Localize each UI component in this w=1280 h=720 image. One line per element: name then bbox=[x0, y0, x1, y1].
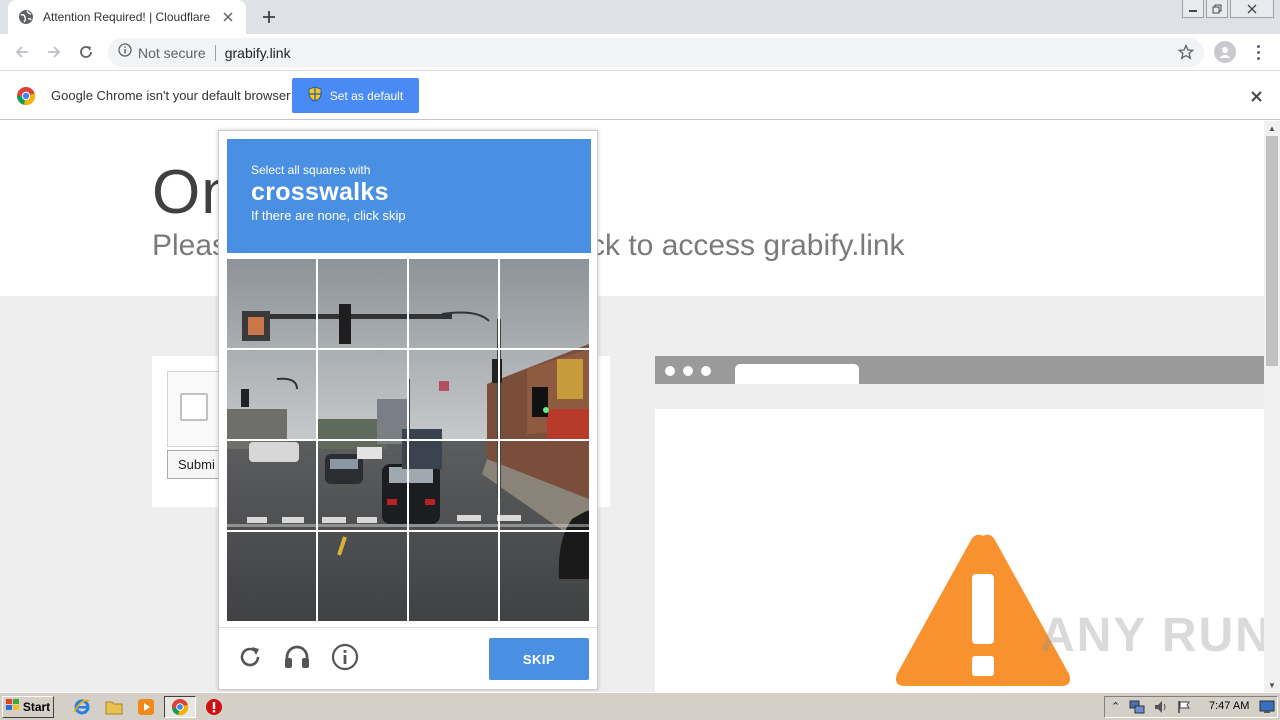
captcha-tile-0-3[interactable] bbox=[500, 259, 589, 348]
tab-close-icon[interactable] bbox=[220, 9, 236, 25]
scrollbar-thumb[interactable] bbox=[1266, 136, 1278, 366]
file-explorer-icon[interactable] bbox=[104, 697, 124, 717]
browser-tab[interactable]: Attention Required! | Cloudflare bbox=[8, 0, 246, 34]
new-tab-plus-icon[interactable] bbox=[258, 6, 280, 28]
minimize-icon[interactable] bbox=[1182, 0, 1204, 18]
captcha-tile-1-2[interactable] bbox=[409, 350, 498, 439]
illustration-dot bbox=[701, 366, 711, 376]
forward-arrow-icon[interactable] bbox=[38, 36, 70, 68]
start-button[interactable]: Start bbox=[2, 695, 54, 718]
captcha-tile-2-0[interactable] bbox=[227, 441, 316, 530]
captcha-tile-0-0[interactable] bbox=[227, 259, 316, 348]
scroll-up-arrow-icon[interactable]: ▲ bbox=[1264, 121, 1280, 135]
tile-separator bbox=[227, 348, 589, 350]
page-subheading-left: Pleas bbox=[152, 229, 228, 262]
set-as-default-button[interactable]: Set as default bbox=[292, 78, 419, 113]
browser-toolbar: Not secure grabify.link bbox=[0, 34, 1280, 71]
recaptcha-checkbox[interactable] bbox=[180, 393, 208, 421]
network-icon[interactable] bbox=[1129, 700, 1145, 719]
media-player-icon[interactable] bbox=[136, 697, 156, 717]
captcha-tile-2-3[interactable] bbox=[500, 441, 589, 530]
window-controls bbox=[1182, 0, 1274, 18]
scroll-down-arrow-icon[interactable]: ▼ bbox=[1264, 678, 1280, 692]
captcha-tile-3-0[interactable] bbox=[227, 532, 316, 621]
tile-separator bbox=[227, 530, 589, 532]
reload-icon[interactable] bbox=[235, 642, 265, 672]
illustration-tab bbox=[735, 364, 859, 384]
captcha-tile-1-3[interactable] bbox=[500, 350, 589, 439]
window-close-icon[interactable] bbox=[1230, 0, 1274, 18]
back-arrow-icon[interactable] bbox=[6, 36, 38, 68]
windows-taskbar: Start ⌃ 7:47 AM bbox=[0, 692, 1280, 720]
captcha-tile-2-2[interactable] bbox=[409, 441, 498, 530]
start-label: Start bbox=[22, 699, 51, 714]
uac-shield-icon bbox=[308, 86, 322, 105]
show-desktop-icon[interactable] bbox=[1259, 700, 1275, 719]
omnibox-separator bbox=[214, 44, 216, 61]
page-subheading-right: ck to access grabify.link bbox=[590, 229, 905, 262]
url-text[interactable]: grabify.link bbox=[225, 45, 291, 61]
info-icon[interactable] bbox=[330, 642, 360, 672]
infobar-close-icon[interactable] bbox=[1248, 88, 1264, 104]
taskbar-clock[interactable]: 7:47 AM bbox=[1209, 700, 1249, 712]
captcha-tile-2-1[interactable] bbox=[318, 441, 407, 530]
bookmark-star-icon[interactable] bbox=[1177, 43, 1195, 65]
default-browser-infobar: Google Chrome isn't your default browser… bbox=[0, 72, 1280, 120]
tab-title: Attention Required! | Cloudflare bbox=[43, 10, 211, 24]
profile-avatar-icon[interactable] bbox=[1214, 41, 1236, 63]
restore-icon[interactable] bbox=[1206, 0, 1228, 18]
tray-expand-icon[interactable]: ⌃ bbox=[1111, 700, 1120, 713]
instruction-line-1: Select all squares with bbox=[251, 163, 371, 177]
chrome-menu-icon[interactable] bbox=[1250, 42, 1266, 62]
set-as-default-label: Set as default bbox=[329, 88, 404, 103]
illustration-dot bbox=[665, 366, 675, 376]
challenge-instructions: Select all squares with crosswalks If th… bbox=[227, 139, 591, 253]
recaptcha-challenge-popup: Select all squares with crosswalks If th… bbox=[218, 130, 598, 690]
tab-strip: Attention Required! | Cloudflare bbox=[0, 0, 1280, 34]
infobar-message: Google Chrome isn't your default browser bbox=[51, 88, 291, 103]
page-scrollbar[interactable]: ▲ ▼ bbox=[1264, 121, 1280, 692]
reload-page-icon[interactable] bbox=[70, 36, 102, 68]
address-bar[interactable]: Not secure grabify.link bbox=[108, 38, 1204, 67]
windows-logo-icon bbox=[5, 699, 20, 714]
globe-icon bbox=[18, 9, 34, 25]
internet-explorer-icon[interactable] bbox=[72, 697, 92, 717]
page-content: On Pleas ck to access grabify.link Submi bbox=[0, 121, 1264, 692]
anyrun-watermark: ANY RUN bbox=[1040, 609, 1272, 662]
captcha-tile-0-2[interactable] bbox=[409, 259, 498, 348]
captcha-tile-3-2[interactable] bbox=[409, 532, 498, 621]
chrome-logo-icon bbox=[16, 86, 36, 106]
stop-sign-app-icon[interactable] bbox=[204, 697, 224, 717]
audio-headphones-icon[interactable] bbox=[282, 642, 312, 672]
volume-icon[interactable] bbox=[1153, 700, 1169, 719]
captcha-tile-3-3[interactable] bbox=[500, 532, 589, 621]
instruction-target: crosswalks bbox=[251, 178, 389, 206]
captcha-tile-1-0[interactable] bbox=[227, 350, 316, 439]
tile-separator bbox=[227, 439, 589, 441]
skip-button[interactable]: SKIP bbox=[489, 638, 589, 680]
challenge-footer: SKIP bbox=[219, 627, 597, 689]
system-tray: ⌃ 7:47 AM bbox=[1104, 696, 1278, 718]
instruction-line-3: If there are none, click skip bbox=[251, 208, 406, 223]
captcha-tile-3-1[interactable] bbox=[318, 532, 407, 621]
chrome-taskbar-icon[interactable] bbox=[170, 697, 190, 717]
action-center-flag-icon[interactable] bbox=[1177, 700, 1191, 719]
illustration-dot bbox=[683, 366, 693, 376]
info-circle-icon[interactable] bbox=[118, 43, 132, 62]
challenge-image-grid bbox=[227, 259, 589, 621]
captcha-tile-0-1[interactable] bbox=[318, 259, 407, 348]
captcha-tile-1-1[interactable] bbox=[318, 350, 407, 439]
security-status-label[interactable]: Not secure bbox=[138, 45, 206, 61]
